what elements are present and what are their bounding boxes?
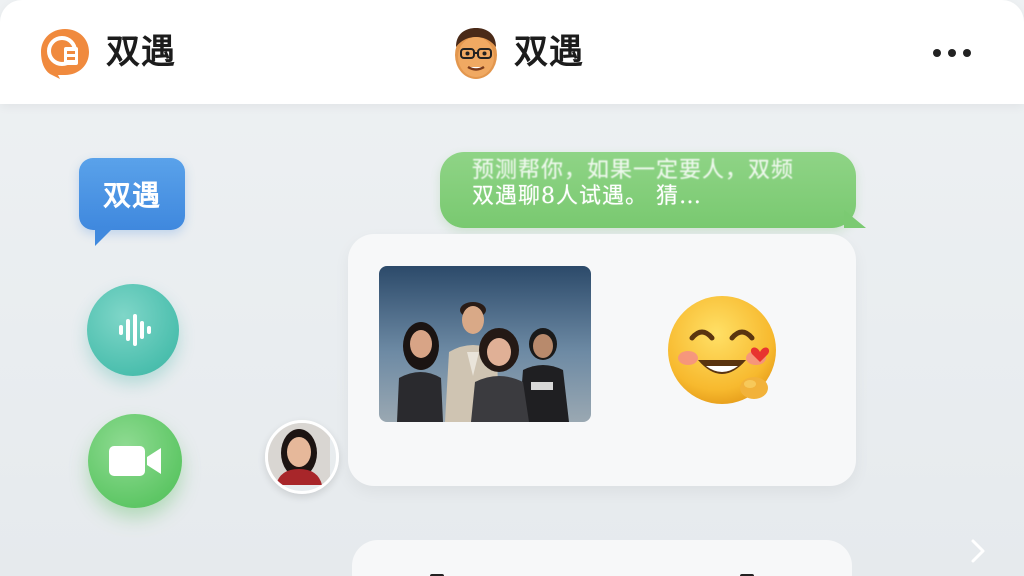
smiling-face-with-hearts-emoji[interactable] (662, 294, 782, 406)
chat-header: 双遇 双遇 (0, 0, 1024, 104)
sent-message-line-1: 预测帮你，如果一定要人，双频 (472, 158, 795, 183)
contact-name: 双遇 (514, 32, 584, 72)
app-logo-icon[interactable] (38, 26, 92, 80)
group-photo-image[interactable] (379, 266, 591, 422)
video-camera-icon (109, 446, 161, 476)
brand-bubble-label: 双遇 (102, 179, 161, 212)
voice-wave-icon (119, 314, 151, 346)
next-message-card (352, 540, 852, 576)
contact-avatar[interactable] (450, 25, 502, 81)
sender-avatar[interactable] (265, 420, 339, 494)
sent-message-line-2: 双遇聊8人试遇。 猜… (472, 184, 702, 209)
chevron-right-icon[interactable] (966, 538, 990, 564)
voice-call-button[interactable] (87, 284, 179, 376)
app-name: 双遇 (106, 32, 176, 72)
brand-chat-bubble-button[interactable]: 双遇 (79, 158, 185, 246)
video-call-button[interactable] (88, 414, 182, 508)
sent-message-bubble[interactable]: 预测帮你，如果一定要人，双频 双遇聊8人试遇。 猜… (440, 152, 866, 228)
more-options-icon[interactable] (924, 38, 980, 68)
